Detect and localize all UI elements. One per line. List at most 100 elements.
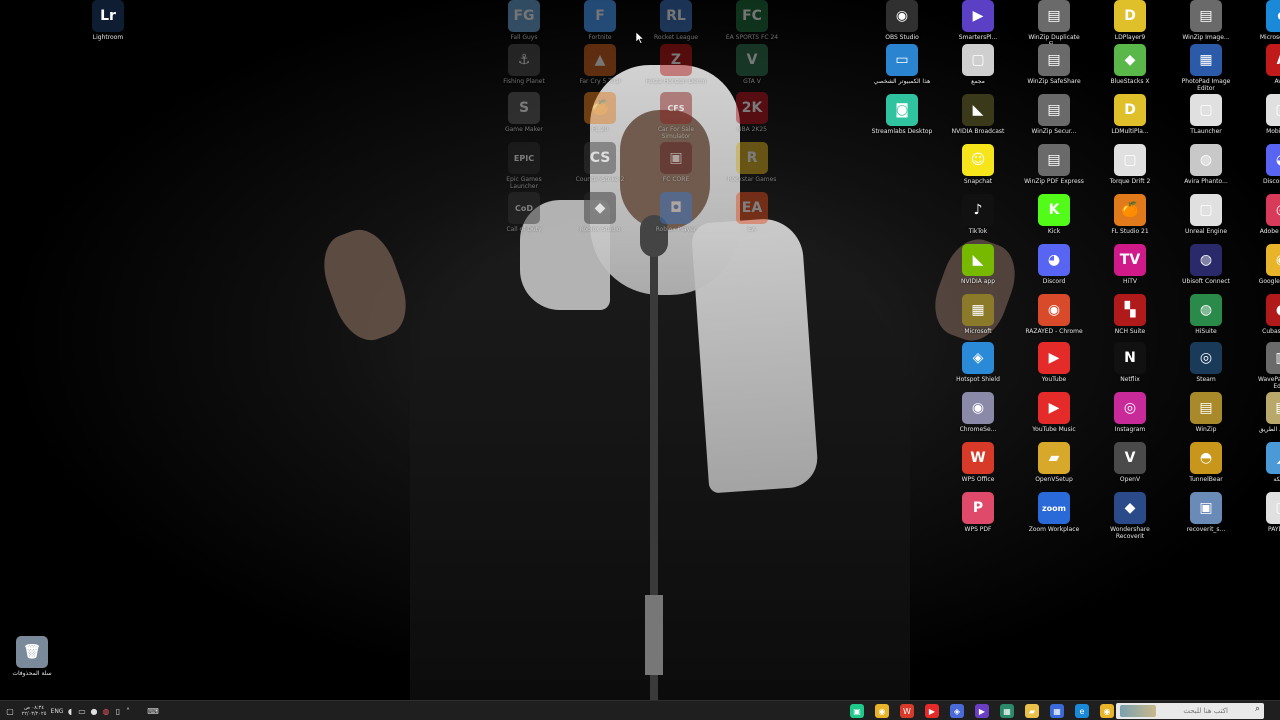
desktop-icon-flstudio-ghost[interactable]: 🍊 FL 20 xyxy=(570,92,630,148)
desktop-icon-openv[interactable]: V OpenV xyxy=(1100,442,1160,498)
desktop-icon-photopad[interactable]: ▦ PhotoPad Image Editor xyxy=(1176,44,1236,100)
desktop-icon-recoverit[interactable]: ◆ Wondershare Recoverit xyxy=(1100,492,1160,548)
desktop-icon-ea[interactable]: EA EA xyxy=(722,192,782,248)
desktop-icon-discord[interactable]: ◕ Discord xyxy=(1024,244,1084,300)
desktop-icon-tlauncher[interactable]: ▢ TLauncher xyxy=(1176,94,1236,150)
taskbar-search[interactable]: ⌕ xyxy=(1116,703,1264,719)
network-icon[interactable]: ▭ xyxy=(78,704,86,718)
taskbar-tb-edge[interactable]: e xyxy=(1075,704,1089,718)
taskbar-tb-youtube[interactable]: ▶ xyxy=(925,704,939,718)
desktop-icon-youtube[interactable]: ▶ YouTube xyxy=(1024,342,1084,398)
desktop-icon-recycle-bin[interactable]: 🗑 سلة المحذوفات xyxy=(2,636,62,692)
lightroom-icon: Lr xyxy=(92,0,124,32)
winzip-pdf-icon: ▤ xyxy=(1038,144,1070,176)
desktop-icon-unreal[interactable]: ▢ Unreal Engine xyxy=(1176,194,1236,250)
desktop-icon-tunnelbear[interactable]: ◓ TunnelBear xyxy=(1176,442,1236,498)
language-indicator[interactable]: ENG xyxy=(50,704,64,718)
search-input[interactable] xyxy=(1146,706,1230,716)
desktop-icon-adobe-cc[interactable]: ◎ Adobe Creati... xyxy=(1252,194,1280,250)
taskbar-tb-shield[interactable]: ◈ xyxy=(950,704,964,718)
desktop-icon-counter-strike[interactable]: CS Counter-Strike 2 xyxy=(570,142,630,198)
desktop-icon-streamlabs[interactable]: ◙ Streamlabs Desktop xyxy=(872,94,932,150)
desktop-icon-snapchat[interactable]: ☺ Snapchat xyxy=(948,144,1008,200)
desktop-icon-rockstar[interactable]: R Rockstar Games xyxy=(722,142,782,198)
desktop-icon-wavepad[interactable]: ▥ WavePad Sound Edit... xyxy=(1252,342,1280,398)
desktop-icon-netflix[interactable]: N Netflix xyxy=(1100,342,1160,398)
rockstar-icon: R xyxy=(736,142,768,174)
mouse-cursor-icon xyxy=(636,32,644,44)
desktop-icon-chromesetup[interactable]: ◉ ChromeSe... xyxy=(948,392,1008,448)
desktop-icon-mojam[interactable]: ▢ مجمع xyxy=(948,44,1008,100)
taskbar-tb-wps[interactable]: W xyxy=(900,704,914,718)
desktop-icon-epic-games[interactable]: EPIC Epic Games Launcher xyxy=(494,142,554,198)
desktop-icon-torque-drift[interactable]: ▢ Torque Drift 2 xyxy=(1100,144,1160,200)
taskbar-tb-store[interactable]: ▦ xyxy=(1050,704,1064,718)
desktop[interactable]: Lr Lightroom FG Fall Guys F Fortnite RL Rocket … xyxy=(0,0,1280,700)
taskbar-tb-explorer[interactable]: ▰ xyxy=(1025,704,1039,718)
desktop-icon-steam[interactable]: ◎ Steam xyxy=(1176,342,1236,398)
desktop-icon-arabic-file[interactable]: ▤ البوم - في الطريق xyxy=(1252,392,1280,448)
desktop-icon-nvidia-app[interactable]: ◣ NVIDIA app xyxy=(948,244,1008,300)
nch-suite-icon: ▚ xyxy=(1114,294,1146,326)
desktop-icon-zoom[interactable]: zoom Zoom Workplace xyxy=(1024,492,1084,548)
desktop-icon-lightroom[interactable]: Lr Lightroom xyxy=(78,0,138,56)
desktop-icon-game-maker[interactable]: S Game Maker xyxy=(494,92,554,148)
desktop-icon-payday2[interactable]: ▢ PAYDAY 2 xyxy=(1252,492,1280,548)
desktop-icon-ubisoft[interactable]: ◍ Ubisoft Connect xyxy=(1176,244,1236,300)
desktop-icon-winzip-pdf[interactable]: ▤ WinZip PDF Express xyxy=(1024,144,1084,200)
taskbar-tb-chrome[interactable]: ◉ xyxy=(875,704,889,718)
tray-app-icon[interactable]: ◍ xyxy=(102,704,110,718)
desktop-icon-label: DiscordSat... xyxy=(1262,178,1280,185)
taskbar-tb-chrome2[interactable]: ◉ xyxy=(1100,704,1114,718)
game-maker-icon: S xyxy=(508,92,540,124)
desktop-icon-roblox-studio[interactable]: ◆ Roblox Studio xyxy=(570,192,630,248)
desktop-icon-winzip-safeshare[interactable]: ▤ WinZip SafeShare xyxy=(1024,44,1084,100)
desktop-icon-this-pc[interactable]: ▭ هذا الكمبيوتر الشخصي xyxy=(872,44,932,100)
desktop-icon-winzip-secure[interactable]: ▤ WinZip Secur... xyxy=(1024,94,1084,150)
desktop-icon-tiktok[interactable]: ♪ TikTok xyxy=(948,194,1008,250)
desktop-icon-mobilewifi[interactable]: ▢ MobileWiFi xyxy=(1252,94,1280,150)
desktop-icon-network[interactable]: ◢ الشبكة xyxy=(1252,442,1280,498)
desktop-icon-youtube-music[interactable]: ▶ YouTube Music xyxy=(1024,392,1084,448)
desktop-icon-fl-studio[interactable]: 🍊 FL Studio 21 xyxy=(1100,194,1160,250)
wavepad-icon: ▥ xyxy=(1266,342,1280,374)
taskbar-tb-smarters[interactable]: ▶ xyxy=(975,704,989,718)
desktop-icon-wps-office[interactable]: W WPS Office xyxy=(948,442,1008,498)
battery-icon[interactable]: ▯ xyxy=(114,704,122,718)
desktop-icon-ldmultiplayer[interactable]: D LDMultiPla... xyxy=(1100,94,1160,150)
keyboard-icon[interactable]: ⌨ xyxy=(146,704,160,718)
instagram-icon: ◎ xyxy=(1114,392,1146,424)
desktop-icon-winzip[interactable]: ▤ WinZip xyxy=(1176,392,1236,448)
chevron-up-icon[interactable]: ˄ xyxy=(124,704,132,718)
taskbar-tb-app-1[interactable]: ▣ xyxy=(850,704,864,718)
desktop-icon-openvsetup[interactable]: ▰ OpenVSetup xyxy=(1024,442,1084,498)
desktop-icon-roblox-player[interactable]: ◘ Roblox Player xyxy=(646,192,706,248)
desktop-icon-label: NVIDIA Broadcast xyxy=(951,128,1005,135)
desktop-icon-instagram[interactable]: ◎ Instagram xyxy=(1100,392,1160,448)
microphone-icon[interactable]: ● xyxy=(90,704,98,718)
desktop-icon-nvidia-broadcast[interactable]: ◣ NVIDIA Broadcast xyxy=(948,94,1008,150)
desktop-icon-car-for-sale[interactable]: CFS Car For Sale Simulator xyxy=(646,92,706,148)
desktop-icon-avira[interactable]: A Avira xyxy=(1252,44,1280,100)
desktop-icon-discord-sat[interactable]: ◕ DiscordSat... xyxy=(1252,144,1280,200)
desktop-icon-label: WinZip SafeShare xyxy=(1027,78,1081,85)
wps-office-icon: W xyxy=(962,442,994,474)
desktop-icon-fc-core[interactable]: ▣ FC CORE xyxy=(646,142,706,198)
taskbar-tb-winzip[interactable]: ▦ xyxy=(1000,704,1014,718)
desktop-icon-call-of-duty[interactable]: CoD Call of Duty xyxy=(494,192,554,248)
desktop-icon-avira-phantom[interactable]: ◍ Avira Phanto... xyxy=(1176,144,1236,200)
volume-icon[interactable]: ◖ xyxy=(66,704,74,718)
notification-icon[interactable]: ▢ xyxy=(4,704,16,718)
desktop-icon-wps-pdf[interactable]: P WPS PDF xyxy=(948,492,1008,548)
desktop-icon-nba2k[interactable]: 2K NBA 2K25 xyxy=(722,92,782,148)
desktop-icon-hotspot-shield[interactable]: ◈ Hotspot Shield xyxy=(948,342,1008,398)
desktop-icon-recoverit-s[interactable]: ▣ recoverit_s... xyxy=(1176,492,1236,548)
unreal-icon: ▢ xyxy=(1190,194,1222,226)
openv-icon: V xyxy=(1114,442,1146,474)
desktop-icon-chrome[interactable]: ◉ Google Chrome xyxy=(1252,244,1280,300)
desktop-icon-hitv[interactable]: TV HiTV xyxy=(1100,244,1160,300)
desktop-icon-bluestacks[interactable]: ◆ BlueStacks X xyxy=(1100,44,1160,100)
clock[interactable]: ٠٨:٣٤ ص ٢٢/٠٣/٢٠٢٥ xyxy=(20,704,48,718)
desktop-icon-label: Snapchat xyxy=(963,178,993,185)
desktop-icon-kick[interactable]: K Kick xyxy=(1024,194,1084,250)
